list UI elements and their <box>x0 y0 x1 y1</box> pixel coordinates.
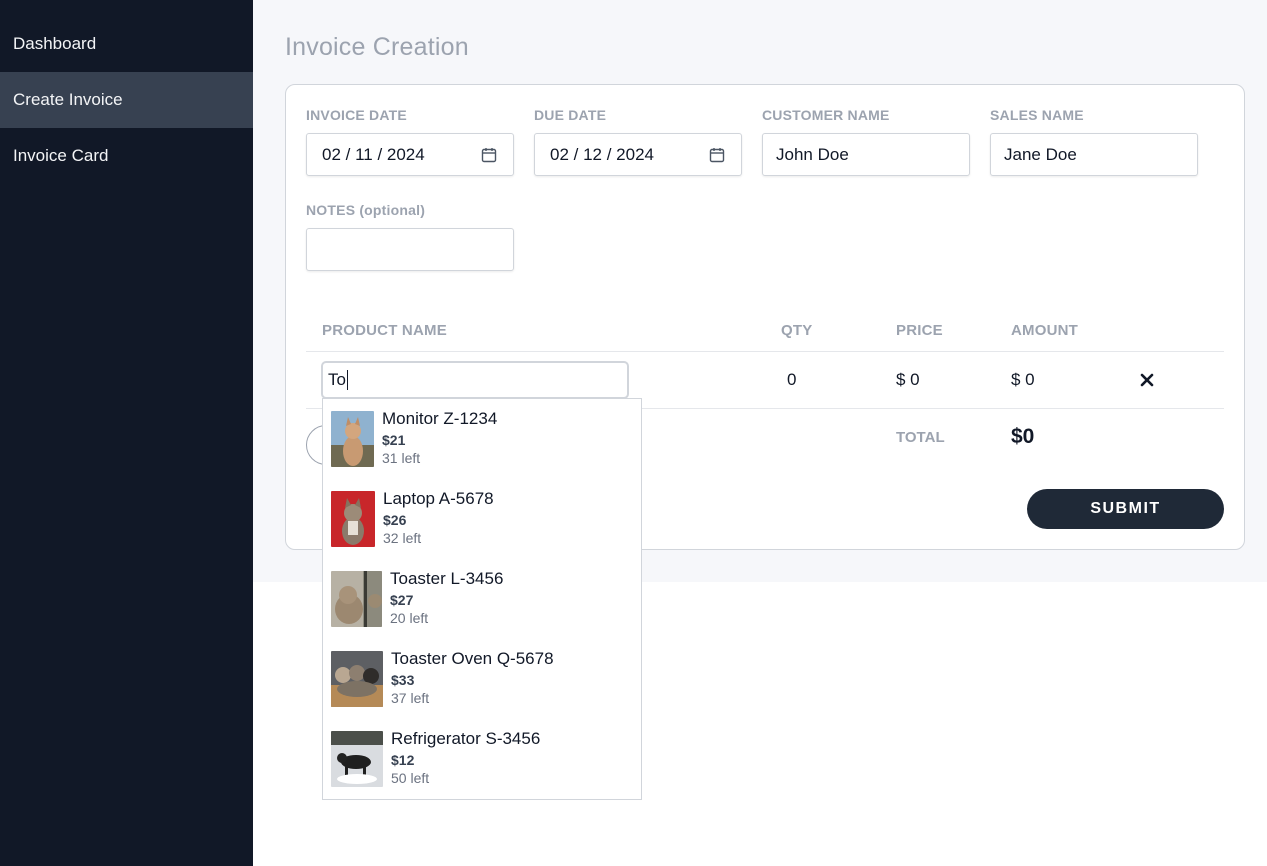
page-title: Invoice Creation <box>285 33 469 61</box>
sidebar-item-create-invoice[interactable]: Create Invoice <box>0 72 253 128</box>
customer-name-value: John Doe <box>776 144 849 164</box>
text-caret <box>346 370 348 390</box>
product-photo <box>331 411 374 467</box>
divider <box>306 351 1224 352</box>
notes-field[interactable] <box>306 228 514 271</box>
sales-name-label: SALES NAME <box>990 107 1084 123</box>
total-value: $0 <box>1011 425 1035 448</box>
suggestion-stock: 32 left <box>383 530 422 546</box>
price-cell: $ 0 <box>896 370 920 389</box>
product-photo <box>331 571 382 627</box>
suggestion-stock: 20 left <box>390 610 429 626</box>
notes-label: NOTES (optional) <box>306 202 426 218</box>
close-icon[interactable] <box>1139 372 1155 388</box>
suggestion-name: Toaster Oven Q-5678 <box>391 649 554 668</box>
sidebar: Dashboard Create Invoice Invoice Card <box>0 0 253 866</box>
suggestion-stock: 37 left <box>391 690 430 706</box>
total-label: TOTAL <box>896 429 945 446</box>
product-suggestions-dropdown: Monitor Z-1234 $21 31 left Laptop A-5678… <box>322 398 642 800</box>
column-header-amount: AMOUNT <box>1011 322 1079 339</box>
due-date-label: DUE DATE <box>534 107 607 123</box>
calendar-icon[interactable] <box>481 147 497 163</box>
invoice-date-label: INVOICE DATE <box>306 107 407 123</box>
suggestion-item[interactable]: Monitor Z-1234 $21 31 left <box>331 399 631 479</box>
suggestion-name: Refrigerator S-3456 <box>391 729 541 748</box>
suggestion-price: $33 <box>391 672 415 688</box>
invoice-date-field[interactable]: 02 / 11 / 2024 <box>306 133 514 176</box>
product-search-value: To <box>328 370 346 389</box>
qty-cell[interactable]: 0 <box>787 370 796 390</box>
suggestion-name: Laptop A-5678 <box>383 489 494 508</box>
calendar-icon[interactable] <box>709 147 725 163</box>
customer-name-field[interactable]: John Doe <box>762 133 970 176</box>
suggestion-price: $21 <box>382 432 406 448</box>
product-search-input[interactable]: To <box>321 361 629 399</box>
due-date-value: 02 / 12 / 2024 <box>550 144 654 164</box>
product-photo <box>331 731 383 787</box>
due-date-field[interactable]: 02 / 12 / 2024 <box>534 133 742 176</box>
suggestion-price: $12 <box>391 752 415 768</box>
submit-button[interactable]: SUBMIT <box>1027 489 1224 529</box>
suggestion-price: $27 <box>390 592 414 608</box>
column-header-price: PRICE <box>896 322 943 339</box>
sidebar-item-invoice-card[interactable]: Invoice Card <box>0 128 253 184</box>
suggestion-name: Monitor Z-1234 <box>382 409 498 428</box>
sales-name-field[interactable]: Jane Doe <box>990 133 1198 176</box>
suggestion-item[interactable]: Toaster L-3456 $27 20 left <box>331 559 631 639</box>
suggestion-item[interactable]: Refrigerator S-3456 $12 50 left <box>331 719 631 799</box>
suggestion-price: $26 <box>383 512 407 528</box>
suggestion-item[interactable]: Laptop A-5678 $26 32 left <box>331 479 631 559</box>
invoice-date-value: 02 / 11 / 2024 <box>322 144 425 164</box>
customer-name-label: CUSTOMER NAME <box>762 107 890 123</box>
suggestion-stock: 31 left <box>382 450 421 466</box>
product-photo <box>331 491 375 547</box>
suggestion-item[interactable]: Toaster Oven Q-5678 $33 37 left <box>331 639 631 719</box>
product-photo <box>331 651 383 707</box>
column-header-qty: QTY <box>781 322 813 339</box>
sidebar-item-dashboard[interactable]: Dashboard <box>0 16 253 72</box>
suggestion-name: Toaster L-3456 <box>390 569 504 588</box>
sales-name-value: Jane Doe <box>1004 144 1077 164</box>
suggestion-stock: 50 left <box>391 770 430 786</box>
amount-cell: $ 0 <box>1011 370 1035 389</box>
column-header-product: PRODUCT NAME <box>322 322 447 339</box>
